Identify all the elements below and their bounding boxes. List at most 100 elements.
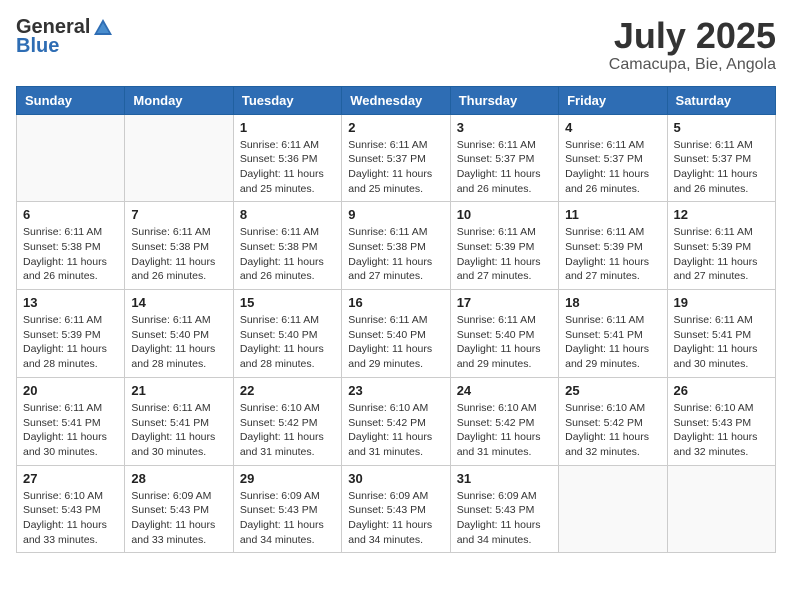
calendar-cell: 2Sunrise: 6:11 AMSunset: 5:37 PMDaylight… bbox=[342, 114, 450, 202]
calendar-cell: 28 Sunrise: 6:09 AMSunset: 5:43 PMDayligh… bbox=[125, 465, 233, 553]
calendar-cell bbox=[559, 465, 667, 553]
weekday-header: Sunday bbox=[17, 86, 125, 114]
location-subtitle: Camacupa, Bie, Angola bbox=[609, 56, 776, 74]
cell-info: Sunrise: 6:10 AMSunset: 5:43 PMDaylight:… bbox=[23, 489, 118, 548]
day-number: 28 bbox=[131, 471, 226, 486]
day-number: 23 bbox=[348, 383, 443, 398]
cell-info: Sunrise: 6:11 AMSunset: 5:41 PMDaylight:… bbox=[674, 313, 769, 372]
day-number: 4 bbox=[565, 120, 660, 135]
cell-info: Sunrise: 6:10 AMSunset: 5:42 PMDaylight:… bbox=[240, 401, 335, 460]
cell-info: Sunrise: 6:09 AMSunset: 5:43 PMDaylight:… bbox=[240, 489, 335, 548]
day-number: 18 bbox=[565, 295, 660, 310]
weekday-header: Thursday bbox=[450, 86, 558, 114]
month-title: July 2025 bbox=[609, 16, 776, 56]
calendar-week-row: 1 Sunrise: 6:11 AMSunset: 5:36 PMDaylight… bbox=[17, 114, 776, 202]
logo-icon bbox=[92, 17, 114, 39]
calendar-cell: 19 Sunrise: 6:11 AMSunset: 5:41 PMDayligh… bbox=[667, 290, 775, 378]
cell-info: Sunrise: 6:10 AMSunset: 5:42 PMDaylight:… bbox=[457, 401, 552, 460]
calendar-cell: 12Sunrise: 6:11 AMSunset: 5:39 PMDayligh… bbox=[667, 202, 775, 290]
day-number: 1 bbox=[240, 120, 335, 135]
cell-info: Sunrise: 6:11 AMSunset: 5:39 PMDaylight:… bbox=[565, 225, 660, 284]
weekday-header: Monday bbox=[125, 86, 233, 114]
title-area: July 2025 Camacupa, Bie, Angola bbox=[609, 16, 776, 74]
day-number: 30 bbox=[348, 471, 443, 486]
calendar-cell: 26 Sunrise: 6:10 AMSunset: 5:43 PMDayligh… bbox=[667, 377, 775, 465]
cell-info: Sunrise: 6:10 AMSunset: 5:42 PMDaylight:… bbox=[348, 401, 443, 460]
calendar-cell: 13 Sunrise: 6:11 AMSunset: 5:39 PMDayligh… bbox=[17, 290, 125, 378]
calendar-cell bbox=[667, 465, 775, 553]
calendar-cell: 30 Sunrise: 6:09 AMSunset: 5:43 PMDayligh… bbox=[342, 465, 450, 553]
calendar-cell: 6 Sunrise: 6:11 AMSunset: 5:38 PMDaylight… bbox=[17, 202, 125, 290]
cell-info: Sunrise: 6:11 AMSunset: 5:38 PMDaylight:… bbox=[23, 225, 118, 284]
calendar-cell: 16Sunrise: 6:11 AMSunset: 5:40 PMDayligh… bbox=[342, 290, 450, 378]
day-number: 19 bbox=[674, 295, 769, 310]
day-number: 5 bbox=[674, 120, 769, 135]
calendar-cell: 7Sunrise: 6:11 AMSunset: 5:38 PMDaylight… bbox=[125, 202, 233, 290]
calendar-cell: 11Sunrise: 6:11 AMSunset: 5:39 PMDayligh… bbox=[559, 202, 667, 290]
day-number: 21 bbox=[131, 383, 226, 398]
cell-info: Sunrise: 6:11 AMSunset: 5:40 PMDaylight:… bbox=[131, 313, 226, 372]
calendar-cell: 3 Sunrise: 6:11 AMSunset: 5:37 PMDaylight… bbox=[450, 114, 558, 202]
cell-info: Sunrise: 6:11 AMSunset: 5:40 PMDaylight:… bbox=[240, 313, 335, 372]
weekday-header: Friday bbox=[559, 86, 667, 114]
calendar-cell: 21 Sunrise: 6:11 AMSunset: 5:41 PMDayligh… bbox=[125, 377, 233, 465]
day-number: 9 bbox=[348, 207, 443, 222]
calendar-week-row: 6 Sunrise: 6:11 AMSunset: 5:38 PMDaylight… bbox=[17, 202, 776, 290]
day-number: 31 bbox=[457, 471, 552, 486]
day-number: 14 bbox=[131, 295, 226, 310]
calendar-cell bbox=[125, 114, 233, 202]
day-number: 17 bbox=[457, 295, 552, 310]
day-number: 3 bbox=[457, 120, 552, 135]
day-number: 27 bbox=[23, 471, 118, 486]
calendar-cell: 23 Sunrise: 6:10 AMSunset: 5:42 PMDayligh… bbox=[342, 377, 450, 465]
cell-info: Sunrise: 6:11 AMSunset: 5:37 PMDaylight:… bbox=[348, 138, 443, 197]
calendar-cell: 9 Sunrise: 6:11 AMSunset: 5:38 PMDaylight… bbox=[342, 202, 450, 290]
calendar-cell: 17Sunrise: 6:11 AMSunset: 5:40 PMDayligh… bbox=[450, 290, 558, 378]
calendar-cell: 27 Sunrise: 6:10 AMSunset: 5:43 PMDayligh… bbox=[17, 465, 125, 553]
calendar-cell: 10 Sunrise: 6:11 AMSunset: 5:39 PMDayligh… bbox=[450, 202, 558, 290]
cell-info: Sunrise: 6:11 AMSunset: 5:41 PMDaylight:… bbox=[131, 401, 226, 460]
cell-info: Sunrise: 6:09 AMSunset: 5:43 PMDaylight:… bbox=[457, 489, 552, 548]
calendar-cell: 29Sunrise: 6:09 AMSunset: 5:43 PMDayligh… bbox=[233, 465, 341, 553]
day-number: 16 bbox=[348, 295, 443, 310]
cell-info: Sunrise: 6:11 AMSunset: 5:37 PMDaylight:… bbox=[674, 138, 769, 197]
day-number: 6 bbox=[23, 207, 118, 222]
day-number: 24 bbox=[457, 383, 552, 398]
calendar-cell: 5 Sunrise: 6:11 AMSunset: 5:37 PMDaylight… bbox=[667, 114, 775, 202]
calendar-cell: 20Sunrise: 6:11 AMSunset: 5:41 PMDayligh… bbox=[17, 377, 125, 465]
calendar-cell: 8Sunrise: 6:11 AMSunset: 5:38 PMDaylight… bbox=[233, 202, 341, 290]
calendar-cell: 22 Sunrise: 6:10 AMSunset: 5:42 PMDayligh… bbox=[233, 377, 341, 465]
cell-info: Sunrise: 6:11 AMSunset: 5:39 PMDaylight:… bbox=[23, 313, 118, 372]
cell-info: Sunrise: 6:09 AMSunset: 5:43 PMDaylight:… bbox=[131, 489, 226, 548]
calendar-cell: 15 Sunrise: 6:11 AMSunset: 5:40 PMDayligh… bbox=[233, 290, 341, 378]
cell-info: Sunrise: 6:11 AMSunset: 5:38 PMDaylight:… bbox=[348, 225, 443, 284]
cell-info: Sunrise: 6:11 AMSunset: 5:37 PMDaylight:… bbox=[565, 138, 660, 197]
calendar-cell bbox=[17, 114, 125, 202]
day-number: 22 bbox=[240, 383, 335, 398]
cell-info: Sunrise: 6:11 AMSunset: 5:41 PMDaylight:… bbox=[23, 401, 118, 460]
weekday-header: Tuesday bbox=[233, 86, 341, 114]
cell-info: Sunrise: 6:11 AMSunset: 5:36 PMDaylight:… bbox=[240, 138, 335, 197]
calendar-cell: 4 Sunrise: 6:11 AMSunset: 5:37 PMDaylight… bbox=[559, 114, 667, 202]
weekday-header: Saturday bbox=[667, 86, 775, 114]
logo-blue-text: Blue bbox=[16, 35, 59, 58]
cell-info: Sunrise: 6:11 AMSunset: 5:38 PMDaylight:… bbox=[131, 225, 226, 284]
cell-info: Sunrise: 6:11 AMSunset: 5:41 PMDaylight:… bbox=[565, 313, 660, 372]
cell-info: Sunrise: 6:10 AMSunset: 5:43 PMDaylight:… bbox=[674, 401, 769, 460]
calendar-cell: 1 Sunrise: 6:11 AMSunset: 5:36 PMDaylight… bbox=[233, 114, 341, 202]
cell-info: Sunrise: 6:11 AMSunset: 5:39 PMDaylight:… bbox=[457, 225, 552, 284]
day-number: 10 bbox=[457, 207, 552, 222]
cell-info: Sunrise: 6:09 AMSunset: 5:43 PMDaylight:… bbox=[348, 489, 443, 548]
calendar-week-row: 20Sunrise: 6:11 AMSunset: 5:41 PMDayligh… bbox=[17, 377, 776, 465]
cell-info: Sunrise: 6:10 AMSunset: 5:42 PMDaylight:… bbox=[565, 401, 660, 460]
cell-info: Sunrise: 6:11 AMSunset: 5:39 PMDaylight:… bbox=[674, 225, 769, 284]
day-number: 26 bbox=[674, 383, 769, 398]
day-number: 15 bbox=[240, 295, 335, 310]
calendar-cell: 25Sunrise: 6:10 AMSunset: 5:42 PMDayligh… bbox=[559, 377, 667, 465]
calendar-cell: 14 Sunrise: 6:11 AMSunset: 5:40 PMDayligh… bbox=[125, 290, 233, 378]
day-number: 13 bbox=[23, 295, 118, 310]
calendar-cell: 24 Sunrise: 6:10 AMSunset: 5:42 PMDayligh… bbox=[450, 377, 558, 465]
calendar-table: SundayMondayTuesdayWednesdayThursdayFrid… bbox=[16, 86, 776, 554]
cell-info: Sunrise: 6:11 AMSunset: 5:38 PMDaylight:… bbox=[240, 225, 335, 284]
cell-info: Sunrise: 6:11 AMSunset: 5:37 PMDaylight:… bbox=[457, 138, 552, 197]
